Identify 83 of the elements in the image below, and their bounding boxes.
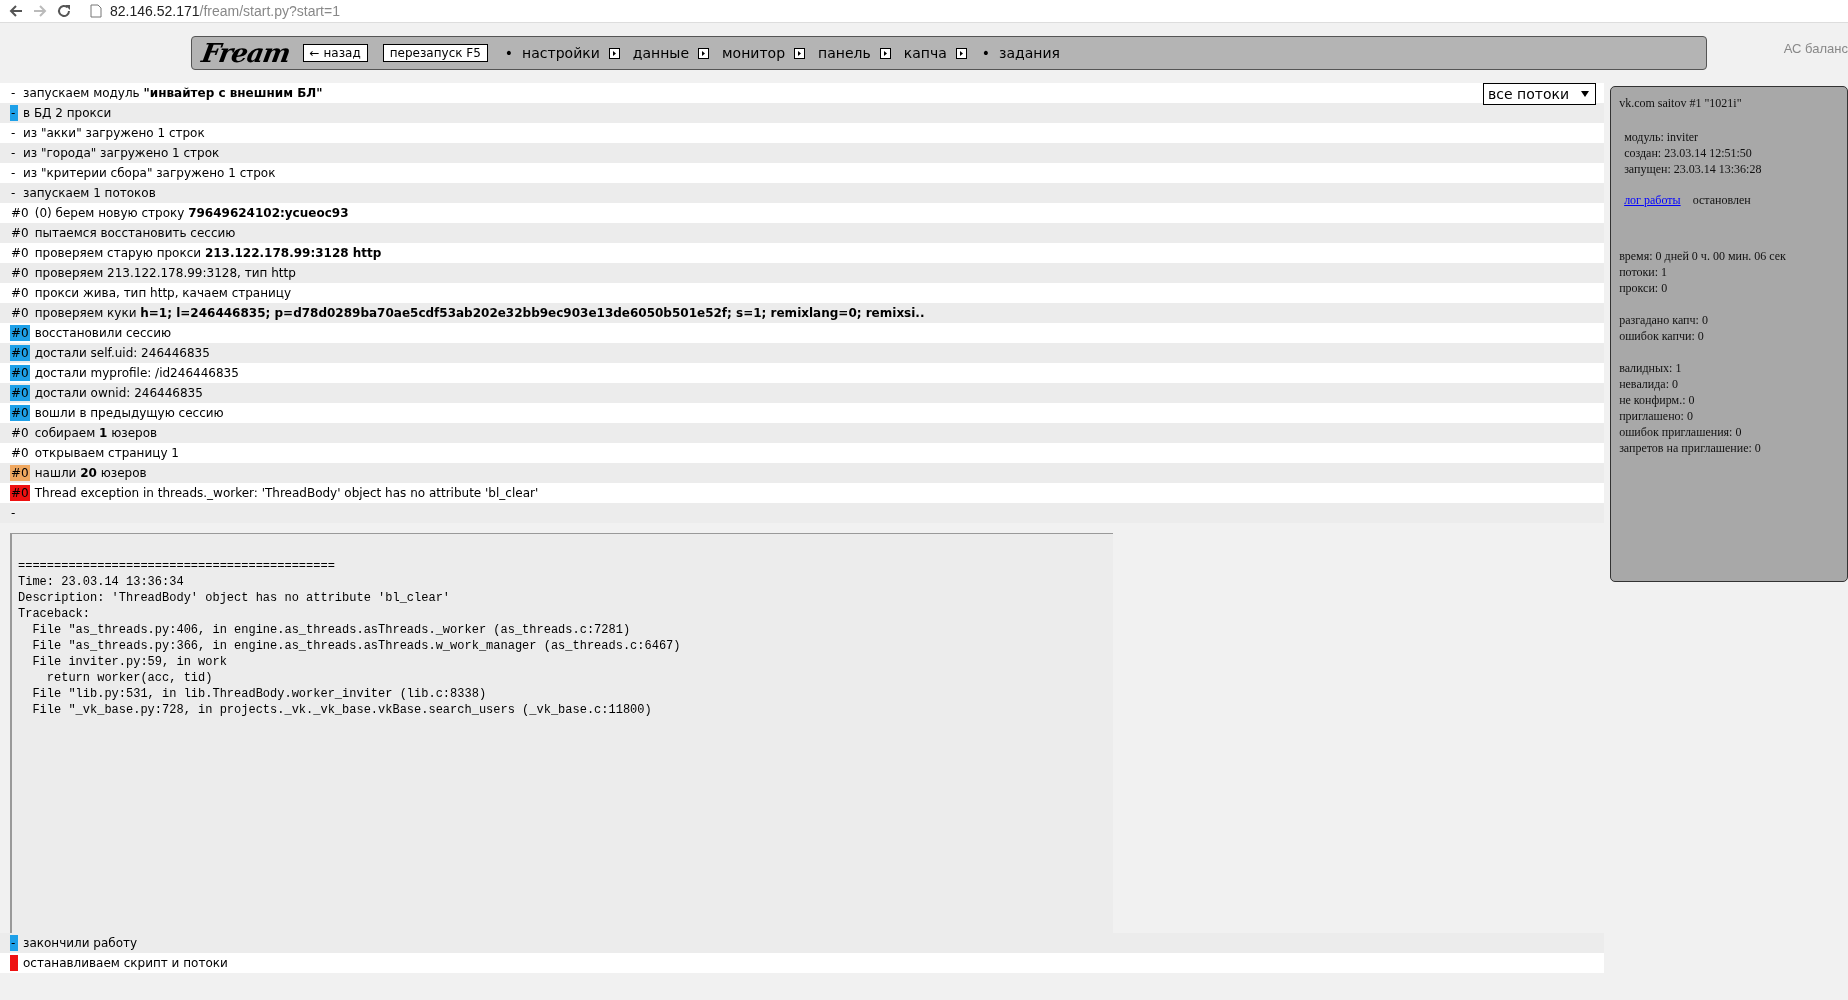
- line-marker: -: [10, 165, 17, 181]
- nav-button[interactable]: ← назад: [302, 44, 368, 62]
- line-marker: -: [10, 185, 17, 201]
- log-line: закончили работу: [23, 936, 138, 950]
- line-marker: #0: [10, 305, 30, 321]
- status-marker: #0: [10, 465, 30, 481]
- line-marker: #0: [10, 205, 30, 221]
- log-line: останавливаем скрипт и потоки: [23, 956, 228, 970]
- log-line: достали myprofile: /id246446835: [34, 366, 239, 380]
- log-line: вошли в предыдущую сессию: [34, 406, 224, 420]
- page-icon: [90, 4, 102, 18]
- status-marker: #0: [10, 405, 30, 421]
- logo[interactable]: Fream: [199, 38, 293, 68]
- line-marker: #0: [10, 265, 30, 281]
- log-line: нашли 20 юзеров: [34, 466, 147, 480]
- status-marker: #0: [10, 365, 30, 381]
- log-line: пытаемся восстановить сессию: [34, 226, 236, 240]
- stat-line: время: 0 дней 0 ч. 00 мин. 06 сек: [1619, 248, 1787, 264]
- menu-item[interactable]: панель: [818, 45, 871, 61]
- stat-line: ошибок приглашения: 0: [1619, 424, 1743, 440]
- stat-line: валидных: 1: [1619, 360, 1683, 376]
- error-traceback: ============================================ Time: 23.03.14 13:36:34 Description: 'ThreadBody' object has no attribute 'bl_clear' Traceback: File "as_threads.py:406, in engine.as_threads.asThreads._worker (as_threads.c:7281) File "as_threads.py:366, in engine.as_threads.asThreads.w_work_manager (as_threads.c:6467) File inviter.py:59, in work return worker(acc, tid) File "lib.py:531, in lib.ThreadBody.worker_inviter (lib.c:8338) File "_vk_base.py:728, in projects._vk._vk_base.vkBase.search_users (_vk_base.c:11800): [18, 558, 682, 718]
- info-line: создан: 23.03.14 12:51:50: [1624, 145, 1753, 161]
- line-marker: -: [10, 85, 17, 101]
- line-marker: #0: [10, 445, 30, 461]
- line-marker: #0: [10, 285, 30, 301]
- log-line: достали self.uid: 246446835: [34, 346, 210, 360]
- info-line: модуль: inviter: [1624, 129, 1700, 145]
- address-bar[interactable]: 82.146.52.171/fream/start.py?start=1: [110, 3, 340, 19]
- menu-item[interactable]: монитор: [722, 45, 786, 61]
- task-title: vk.com saitov #1 "1021i": [1619, 96, 1743, 111]
- status-marker: -: [10, 105, 18, 121]
- stat-line: запретов на приглашение: 0: [1619, 440, 1762, 456]
- stat-line: прокси: 0: [1619, 280, 1669, 296]
- stat-line: ошибок капчи: 0: [1619, 328, 1705, 344]
- status-marker: #0: [10, 345, 30, 361]
- log-line: проверяем куки h=1; l=246446835; p=d78d0289ba70ae5cdf53ab202e32bb9ec903e13de6050b501e52f; s=1; remixlang=0; remixsi..: [34, 306, 925, 320]
- log-line: проверяем старую прокси 213.122.178.99:3128 http: [34, 246, 382, 260]
- stat-line: разгадано капч: 0: [1619, 312, 1709, 328]
- bullet-mark: •: [981, 45, 991, 61]
- nav-button[interactable]: перезапуск F5: [382, 44, 488, 62]
- log-line: запускаем 1 потоков: [23, 186, 156, 200]
- log-line: из "акки" загружено 1 строк: [23, 126, 205, 140]
- line-marker: -: [10, 505, 17, 521]
- back-icon[interactable]: [8, 3, 24, 19]
- dropdown-caret-icon: [1581, 91, 1590, 97]
- status-marker: #0: [10, 485, 30, 501]
- info-line: запущен: 23.03.14 13:36:28: [1624, 161, 1763, 177]
- line-marker: #0: [10, 225, 30, 241]
- balance-label: АС баланс: [1783, 41, 1848, 56]
- line-marker: -: [10, 125, 17, 141]
- bullet-mark: •: [504, 45, 514, 61]
- menu-item[interactable]: капча: [903, 45, 947, 61]
- log-line: в БД 2 прокси: [23, 106, 112, 120]
- line-marker: -: [10, 145, 17, 161]
- stat-line: приглашено: 0: [1619, 408, 1694, 424]
- thread-dropdown[interactable]: все потоки: [1483, 83, 1597, 105]
- status-marker: -: [10, 935, 18, 951]
- log-line: Thread exception in threads._worker: 'ThreadBody' object has no attribute 'bl_clear': [34, 486, 539, 500]
- log-line: открываем страницу 1: [34, 446, 179, 460]
- log-line: (0) берем новую строку 79649624102:ycueoc93: [34, 206, 349, 220]
- log-line: собираем 1 юзеров: [34, 426, 158, 440]
- log-line: из "города" загружено 1 строк: [23, 146, 220, 160]
- log-line: восстановили сессию: [34, 326, 172, 340]
- log-line: запускаем модуль "инвайтер с внешним БЛ": [23, 86, 323, 100]
- status-marker: #0: [10, 385, 30, 401]
- menu-item[interactable]: настройки: [522, 45, 600, 61]
- reload-icon[interactable]: [56, 3, 72, 19]
- log-link[interactable]: лог работы: [1624, 193, 1681, 208]
- log-line: прокси жива, тип http, качаем страницу: [34, 286, 292, 300]
- dropdown-value: все потоки: [1488, 86, 1570, 102]
- stat-line: потоки: 1: [1619, 264, 1669, 280]
- log-line: из "критерии сбора" загружено 1 строк: [23, 166, 276, 180]
- line-marker: #0: [10, 245, 30, 261]
- line-marker: #0: [10, 425, 30, 441]
- menu-item[interactable]: задания: [999, 45, 1060, 61]
- stat-line: невалида: 0: [1619, 376, 1679, 392]
- menu-item[interactable]: данные: [632, 45, 690, 61]
- status-text: остановлен: [1692, 193, 1751, 208]
- stat-line: не конфирм.: 0: [1619, 392, 1696, 408]
- log-line: проверяем 213.122.178.99:3128, тип http: [34, 266, 296, 280]
- log-line: достали ownid: 246446835: [34, 386, 203, 400]
- status-marker: #0: [10, 325, 30, 341]
